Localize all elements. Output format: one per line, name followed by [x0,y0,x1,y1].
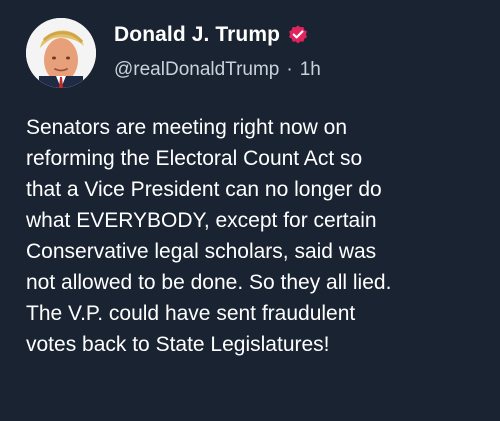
avatar-portrait-icon [26,18,96,88]
post-body: Senators are meeting right now on reform… [26,112,486,360]
post-body-line: votes back to State Legislatures! [26,333,330,356]
post-body-line: reforming the Electoral Count Act so [26,147,363,170]
verified-badge-icon [287,24,309,46]
post-body-line: that a Vice President can no longer do [26,178,382,201]
avatar[interactable] [26,18,96,88]
post-header: Donald J. Trump @realDonaldTrump · 1h [26,18,486,90]
author-handle[interactable]: @realDonaldTrump [114,59,279,81]
post-card: Donald J. Trump @realDonaldTrump · 1h Se… [0,0,500,421]
post-body-line: Conservative legal scholars, said was [26,240,377,263]
post-body-line: not allowed to be done. So they all lied… [26,271,392,294]
author-display-name[interactable]: Donald J. Trump [114,23,280,47]
post-body-line: The V.P. could have sent fraudulent [26,302,356,325]
author-identity: Donald J. Trump @realDonaldTrump · 1h [114,20,474,90]
post-timestamp[interactable]: 1h [300,59,321,81]
meta-row: @realDonaldTrump · 1h [114,56,321,84]
post-body-line: what EVERYBODY, except for certain [26,209,377,232]
name-row: Donald J. Trump [114,20,309,50]
post-body-line: Senators are meeting right now on [26,116,348,139]
meta-separator: · [286,59,293,80]
